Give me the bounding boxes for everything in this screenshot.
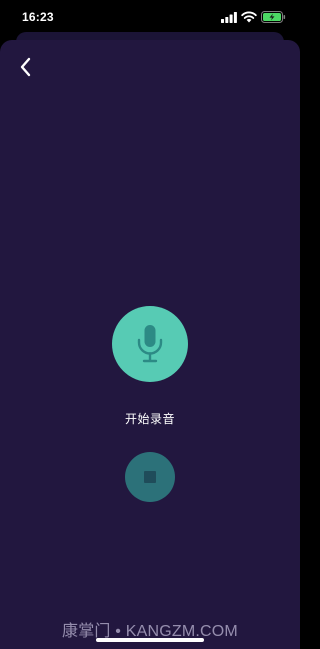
record-label: 开始录音 xyxy=(124,412,175,426)
microphone-icon xyxy=(137,325,163,363)
status-bar: 16:23 xyxy=(0,0,300,34)
wifi-icon xyxy=(241,11,257,23)
stop-icon xyxy=(144,471,156,483)
record-button[interactable] xyxy=(112,306,188,382)
home-indicator[interactable] xyxy=(96,638,204,642)
status-icons xyxy=(221,11,286,23)
screen: 16:23 开始录音 康掌门 • KANGZM.COM xyxy=(0,0,300,649)
signal-icon xyxy=(221,11,237,23)
chevron-left-icon xyxy=(20,57,31,77)
status-time: 16:23 xyxy=(22,10,54,24)
battery-charging-icon xyxy=(261,11,286,23)
back-button[interactable] xyxy=(12,54,38,80)
stop-button[interactable] xyxy=(125,452,175,502)
